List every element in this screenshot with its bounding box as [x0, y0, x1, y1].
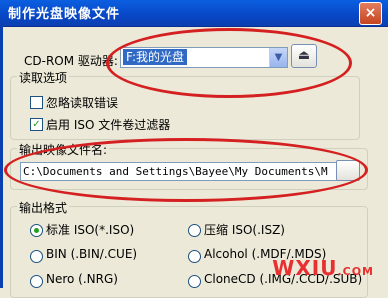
iso-filter-checkbox[interactable]: ✓: [30, 118, 43, 131]
format-label-isz: 压缩 ISO(.ISZ): [204, 223, 285, 237]
browse-button[interactable]: [336, 160, 360, 181]
format-radio-alcohol[interactable]: [188, 250, 201, 263]
format-label-iso: 标准 ISO(*.ISO): [46, 223, 135, 237]
drive-select[interactable]: F:我的光盘 ▼: [120, 47, 288, 68]
format-radio-bin[interactable]: [30, 250, 43, 263]
eject-icon: ⏏: [297, 48, 311, 63]
drive-selected-value: F:我的光盘: [123, 49, 188, 65]
format-radio-iso[interactable]: [30, 224, 43, 237]
format-radio-nero[interactable]: [30, 275, 43, 288]
drive-label: CD-ROM 驱动器:: [24, 54, 118, 68]
watermark-suffix: .COM: [337, 265, 374, 278]
watermark: WXIU.COM: [272, 256, 374, 280]
format-label-bin: BIN (.BIN/.CUE): [46, 247, 138, 261]
read-options-legend: 读取选项: [17, 69, 70, 86]
window-border: [0, 26, 3, 288]
title-bar: 制作光盘映像文件 ×: [0, 0, 388, 27]
output-path-input[interactable]: C:\Documents and Settings\Bayee\My Docum…: [20, 162, 354, 181]
window-title: 制作光盘映像文件: [8, 7, 121, 22]
format-radio-clonecd[interactable]: [188, 275, 201, 288]
iso-filter-label: 启用 ISO 文件卷过滤器: [46, 118, 171, 132]
eject-button[interactable]: ⏏: [291, 44, 317, 68]
output-file-legend: 输出映像文件名:: [17, 141, 110, 158]
format-label-nero: Nero (.NRG): [46, 272, 118, 286]
ignore-errors-label: 忽略读取错误: [46, 96, 119, 110]
watermark-text: WXIU: [272, 256, 338, 280]
ignore-errors-checkbox[interactable]: [30, 96, 43, 109]
chevron-down-icon[interactable]: ▼: [269, 48, 287, 67]
close-button[interactable]: ×: [359, 2, 382, 25]
format-radio-isz[interactable]: [188, 224, 201, 237]
output-format-legend: 输出格式: [17, 199, 70, 216]
